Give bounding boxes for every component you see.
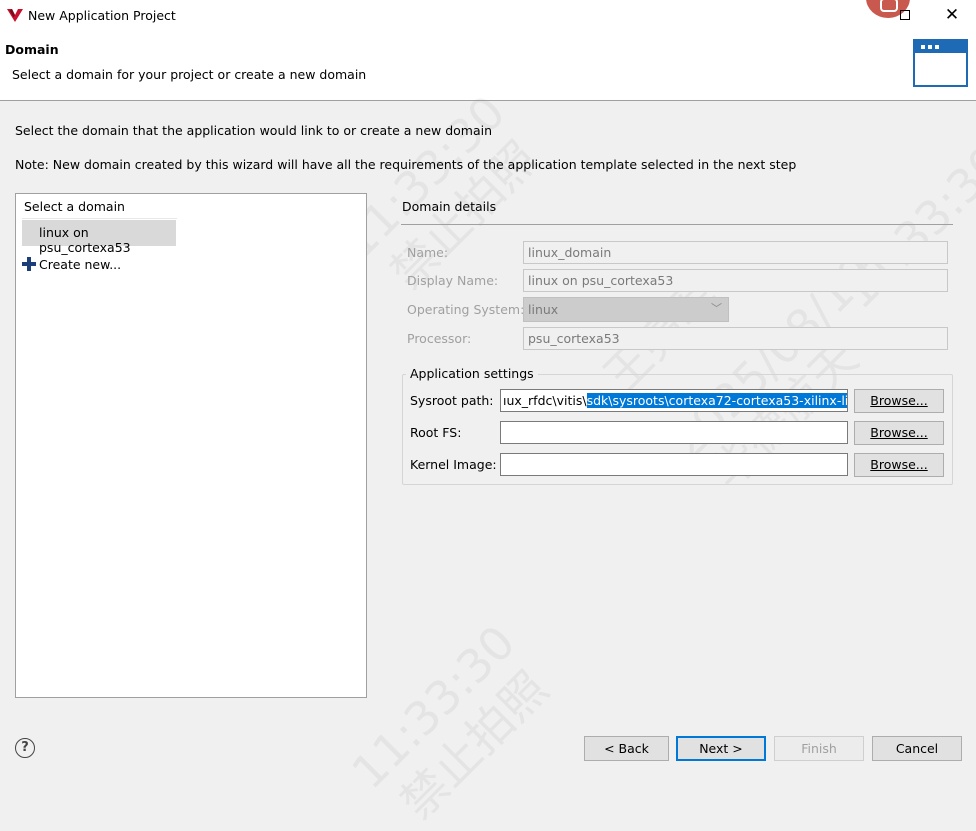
operating-system-label: Operating System: xyxy=(407,302,525,317)
sysroot-path-input[interactable]: ıux_rfdc\vitis\sdk\sysroots\cortexa72-co… xyxy=(500,389,848,412)
wizard-header: Domain Select a domain for your project … xyxy=(0,32,976,101)
name-field: linux_domain xyxy=(523,241,948,264)
maximize-button[interactable] xyxy=(896,6,914,24)
root-fs-browse-button[interactable]: Browse... xyxy=(854,421,944,445)
next-button[interactable]: Next > xyxy=(676,736,766,761)
divider xyxy=(401,224,953,225)
domain-list-item[interactable]: linux on psu_cortexa53 xyxy=(22,220,176,255)
operating-system-select: linux ﹀ xyxy=(523,297,729,322)
close-button[interactable]: ✕ xyxy=(941,4,963,26)
close-icon: ✕ xyxy=(944,5,960,25)
operating-system-value: linux xyxy=(528,302,559,317)
plus-icon xyxy=(22,257,36,271)
finish-button: Finish xyxy=(774,736,864,761)
kernel-image-browse-button[interactable]: Browse... xyxy=(854,453,944,477)
application-settings-title: Application settings xyxy=(406,366,538,381)
window-banner-icon xyxy=(913,39,968,87)
cancel-button[interactable]: Cancel xyxy=(872,736,962,761)
vitis-logo-icon xyxy=(7,9,23,22)
sysroot-browse-button[interactable]: Browse... xyxy=(854,389,944,413)
display-name-label: Display Name: xyxy=(407,273,499,288)
kernel-image-label: Kernel Image: xyxy=(410,457,497,472)
back-button[interactable]: < Back xyxy=(584,736,669,761)
sysroot-path-label: Sysroot path: xyxy=(410,393,494,408)
create-new-domain[interactable]: Create new... xyxy=(22,254,121,274)
window-titlebar: New Application Project ✕ xyxy=(0,0,976,32)
domain-details-heading: Domain details xyxy=(402,199,497,214)
display-name-field: linux on psu_cortexa53 xyxy=(523,269,948,292)
processor-field: psu_cortexa53 xyxy=(523,327,948,350)
watermark-prohibited-2: 禁止拍照 xyxy=(389,660,559,830)
sysroot-path-selection: sdk\sysroots\cortexa72-cortexa53-xilinx-… xyxy=(586,393,847,408)
maximize-icon xyxy=(900,10,910,20)
help-icon[interactable]: ? xyxy=(15,738,35,758)
page-title: Domain xyxy=(5,42,59,57)
kernel-image-input[interactable] xyxy=(500,453,848,476)
processor-label: Processor: xyxy=(407,331,472,346)
watermark-time-3: 11:33:30 xyxy=(341,614,526,800)
name-label: Name: xyxy=(407,245,449,260)
page-subtitle: Select a domain for your project or crea… xyxy=(12,67,367,82)
domain-list: Select a domain linux on psu_cortexa53 C… xyxy=(15,193,367,698)
root-fs-label: Root FS: xyxy=(410,425,462,440)
create-new-label: Create new... xyxy=(39,256,122,272)
instruction-text: Select the domain that the application w… xyxy=(15,123,493,138)
root-fs-input[interactable] xyxy=(500,421,848,444)
sysroot-path-text: ıux_rfdc\vitis\ xyxy=(503,393,587,408)
window-title: New Application Project xyxy=(28,8,176,23)
note-text: Note: New domain created by this wizard … xyxy=(15,157,797,172)
domain-list-header: Select a domain xyxy=(22,197,177,219)
chevron-down-icon: ﹀ xyxy=(711,302,722,315)
